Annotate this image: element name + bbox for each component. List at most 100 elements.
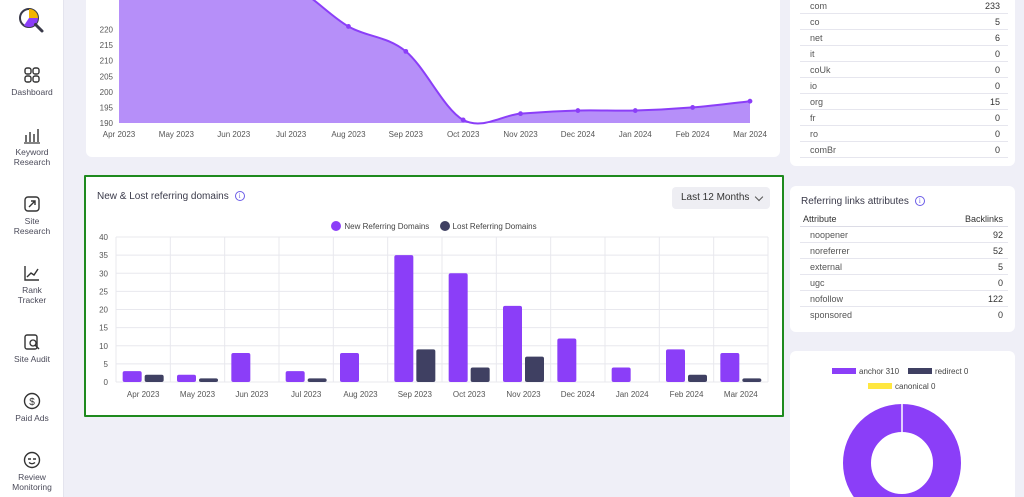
sidebar-item-label: Monitoring — [12, 482, 52, 492]
card-title: New & Lost referring domains i — [97, 191, 245, 202]
tld-row: io 0 — [800, 78, 1008, 94]
info-icon[interactable]: i — [234, 191, 245, 201]
sidebar: Dashboard Keyword Research Site Research… — [0, 0, 64, 497]
attribute-name: noopener — [810, 230, 849, 240]
bar-new[interactable] — [611, 367, 631, 383]
attribute-count: 52 — [992, 246, 1003, 256]
bar-lost[interactable] — [307, 378, 327, 382]
site-audit-icon — [24, 334, 40, 350]
x-tick-label: Mar 2024 — [733, 130, 767, 139]
tld-count: 6 — [994, 33, 1000, 43]
attribute-row: ugc 0 — [800, 275, 1008, 291]
bar-new[interactable] — [285, 371, 305, 382]
svg-text:$: $ — [29, 397, 35, 408]
sidebar-item-label: Dashboard — [11, 87, 53, 97]
new-lost-bar-chart: 0 5 10 15 20 25 30 35 40 Apr 2023 May 2023 Jun 2023… — [99, 233, 769, 399]
tld-count: 0 — [994, 129, 1000, 139]
data-point[interactable] — [575, 108, 581, 113]
x-tick-label: Apr 2023 — [127, 390, 160, 399]
tld-name: it — [810, 49, 815, 59]
area-plot — [119, 0, 753, 125]
x-tick-label: Nov 2023 — [503, 130, 538, 139]
x-tick-label: May 2023 — [180, 390, 216, 399]
data-point[interactable] — [403, 48, 409, 54]
x-tick-label: Aug 2023 — [331, 130, 366, 139]
range-select[interactable]: Last 12 Months — [672, 187, 770, 209]
y-tick-label: 205 — [100, 72, 114, 81]
legend-item-lost[interactable]: Lost Referring Domains — [439, 221, 537, 231]
attribute-row: noreferrer 52 — [800, 243, 1008, 259]
y-tick-label: 15 — [99, 324, 108, 333]
referring-domains-trend-card: 190 195 200 205 210 215 220 Apr 2023 May 2023 Jun… — [86, 0, 780, 157]
data-point[interactable] — [747, 98, 753, 104]
new-lost-referring-domains-card: 0 5 10 15 20 25 30 35 40 Apr 2023 May 2023 Jun 2023… — [84, 175, 784, 417]
bar-new[interactable] — [231, 353, 251, 382]
data-point[interactable] — [690, 105, 696, 110]
sidebar-item-dashboard[interactable]: Dashboard — [0, 66, 64, 97]
x-tick-label: Jan 2024 — [616, 390, 649, 399]
y-tick-label: 195 — [100, 103, 114, 112]
x-tick-label: Jul 2023 — [291, 390, 322, 399]
attribute-count: 0 — [997, 278, 1003, 288]
legend-swatch-new — [331, 221, 342, 231]
info-icon[interactable]: i — [914, 196, 925, 206]
tld-count: 15 — [989, 97, 1000, 107]
x-tick-label: Feb 2024 — [670, 390, 704, 399]
data-point[interactable] — [460, 117, 466, 123]
legend-item-new[interactable]: New Referring Domains — [331, 221, 429, 231]
tld-name: io — [810, 81, 818, 91]
sidebar-item-site-audit[interactable]: Site Audit — [0, 333, 64, 364]
data-point[interactable] — [346, 24, 351, 29]
logo-icon[interactable] — [16, 6, 48, 36]
bar-lost[interactable] — [470, 367, 490, 383]
tld-distribution-card: com 233 co 5 net 6 it 0 coUk 0 io 0 org 15 fr 0 ro 0 comBr… — [790, 0, 1015, 166]
attribute-count: 92 — [992, 230, 1003, 240]
x-tick-label: Dec 2024 — [561, 390, 596, 399]
sidebar-item-keyword-research[interactable]: Keyword Research — [0, 126, 64, 167]
sidebar-item-label: Tracker — [17, 295, 47, 305]
bar-new[interactable] — [557, 338, 577, 383]
x-tick-label: Feb 2024 — [676, 130, 710, 139]
keyword-research-icon — [24, 129, 40, 144]
tld-row: comBr 0 — [800, 142, 1008, 158]
data-point[interactable] — [632, 108, 638, 113]
tld-row: net 6 — [800, 30, 1008, 46]
attributes-table-header: Attribute Backlinks — [800, 212, 1008, 227]
bar-new[interactable] — [340, 353, 359, 382]
data-point[interactable] — [518, 111, 523, 117]
bar-lost[interactable] — [742, 378, 762, 382]
tld-count: 0 — [994, 145, 1000, 155]
bar-lost[interactable] — [144, 374, 164, 382]
tld-row: coUk 0 — [800, 62, 1008, 78]
x-tick-label: Apr 2023 — [103, 130, 136, 139]
tld-row: fr 0 — [800, 110, 1008, 126]
sidebar-item-site-research[interactable]: Site Research — [0, 195, 64, 236]
x-tick-label: Nov 2023 — [506, 390, 541, 399]
bar-lost[interactable] — [416, 349, 436, 382]
bar-new[interactable] — [448, 273, 468, 382]
x-tick-label: Oct 2023 — [447, 130, 480, 139]
column-header-attribute: Attribute — [803, 214, 837, 224]
bar-new[interactable] — [666, 349, 685, 382]
trend-area-chart: 190 195 200 205 210 215 220 Apr 2023 May 2023 Jun… — [100, 0, 767, 139]
attribute-count: 122 — [987, 294, 1003, 304]
x-tick-label: Jul 2023 — [276, 130, 307, 139]
y-tick-label: 25 — [99, 287, 108, 296]
attribute-row: external 5 — [800, 259, 1008, 275]
tld-name: co — [810, 17, 820, 27]
sidebar-item-paid-ads[interactable]: $ Paid Ads — [0, 392, 64, 423]
tld-name: fr — [810, 113, 816, 123]
sidebar-item-review-monitoring[interactable]: Review Monitoring — [0, 451, 64, 492]
bar-new[interactable] — [122, 371, 142, 382]
bar-lost[interactable] — [199, 378, 218, 382]
attribute-name: external — [810, 262, 843, 272]
bar-new[interactable] — [720, 353, 740, 382]
sidebar-item-label: Review — [18, 472, 46, 482]
bar-new[interactable] — [503, 305, 522, 382]
sidebar-item-rank-tracker[interactable]: Rank Tracker — [0, 264, 64, 305]
bar-lost[interactable] — [525, 356, 544, 382]
attribute-name: nofollow — [810, 294, 844, 304]
bar-new[interactable] — [177, 374, 196, 382]
bar-new[interactable] — [394, 255, 414, 382]
bar-lost[interactable] — [688, 374, 707, 382]
